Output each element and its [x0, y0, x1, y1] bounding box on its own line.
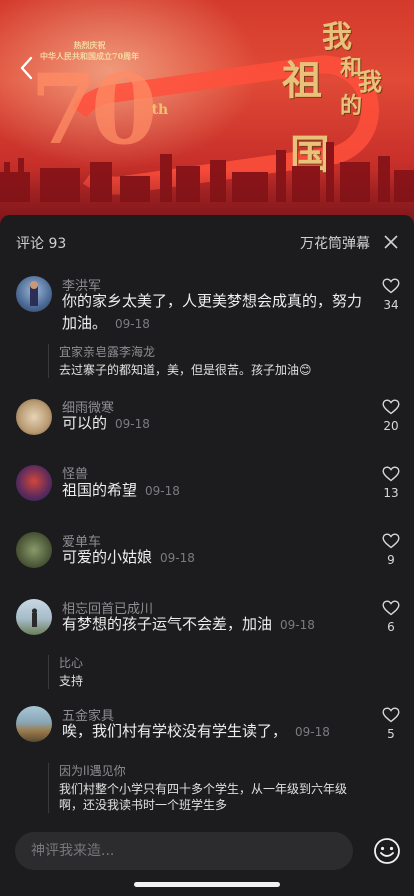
avatar[interactable] [16, 276, 52, 312]
reply-text: 支持 [59, 674, 84, 688]
like-count: 6 [387, 620, 395, 634]
video-banner: 热烈庆祝 中华人民共和国成立70周年 70th 我 和 我 的 祖 国 [0, 0, 414, 230]
heart-icon [382, 707, 400, 723]
chevron-left-icon [20, 56, 33, 80]
banner-caption-line1: 热烈庆祝 [73, 40, 106, 50]
comment-text: 你的家乡太美了，人更美梦想会成真的，努力加油。 09-18 [62, 290, 362, 335]
like-button[interactable]: 13 [380, 466, 402, 500]
calligraphy-char-5: 祖 [282, 57, 322, 104]
panel-header: 评论 93 万花筒弹幕 [0, 215, 414, 267]
comment-body: 可以的 [62, 414, 108, 432]
heart-icon [382, 278, 400, 294]
like-count: 5 [387, 727, 395, 741]
heart-icon [382, 533, 400, 549]
reply-item: 宜家亲皂露李海龙 去过寨子的都知道，美，但是很苦。孩子加油😊 [48, 344, 368, 378]
heart-icon [382, 399, 400, 415]
comment-body: 你的家乡太美了，人更美梦想会成真的，努力加油。 [62, 292, 363, 332]
reply-item: 比心 支持 [48, 655, 368, 689]
avatar-image [31, 608, 38, 627]
like-button[interactable]: 34 [380, 278, 402, 312]
danmu-button[interactable]: 万花筒弹幕 [300, 233, 370, 253]
comment-text: 祖国的希望 09-18 [62, 479, 362, 502]
comment-body: 唉，我们村有学校没有学生读了， [62, 722, 288, 740]
like-button[interactable]: 9 [380, 533, 402, 567]
home-indicator [134, 882, 280, 887]
calligraphy-char-4: 的 [340, 93, 363, 119]
comment-text: 有梦想的孩子运气不会差，加油 09-18 [62, 613, 362, 636]
close-icon [384, 235, 398, 249]
comment-count: 评论 93 [16, 236, 67, 252]
reply-author[interactable]: 宜家亲皂露李海龙 [59, 344, 368, 360]
avatar-image [30, 281, 38, 306]
anniversary-suffix: th [151, 102, 169, 118]
like-count: 20 [383, 419, 399, 433]
avatar[interactable] [16, 599, 52, 635]
like-button[interactable]: 6 [380, 600, 402, 634]
comment-date: 09-18 [115, 317, 150, 331]
comment-text: 唉，我们村有学校没有学生读了， 09-18 [62, 720, 362, 743]
avatar[interactable] [16, 532, 52, 568]
like-count: 13 [383, 486, 399, 500]
like-button[interactable]: 20 [380, 399, 402, 433]
close-button[interactable] [384, 234, 398, 249]
comment-date: 09-18 [280, 618, 315, 632]
comment-date: 09-18 [295, 725, 330, 739]
comment-body: 有梦想的孩子运气不会差，加油 [62, 615, 273, 633]
reply-item: 因为ll遇见你 我们村整个小学只有四十多个学生，从一年级到六年级啊，还没我读书时… [48, 763, 358, 813]
reply-author[interactable]: 因为ll遇见你 [59, 763, 358, 779]
back-button[interactable] [16, 54, 40, 82]
comment-date: 09-18 [145, 484, 180, 498]
avatar[interactable] [16, 399, 52, 435]
heart-icon [382, 600, 400, 616]
like-count: 9 [387, 553, 395, 567]
avatar[interactable] [16, 706, 52, 742]
reply-text: 去过寨子的都知道，美，但是很苦。孩子加油😊 [59, 363, 312, 377]
comment-body: 祖国的希望 [62, 481, 138, 499]
like-button[interactable]: 5 [380, 707, 402, 741]
comment-input[interactable]: 神评我来造... [15, 832, 353, 870]
like-count: 34 [383, 298, 399, 312]
comment-date: 09-18 [115, 417, 150, 431]
reply-text: 我们村整个小学只有四十多个学生，从一年级到六年级啊，还没我读书时一个班学生多 [59, 782, 348, 812]
heart-icon [382, 466, 400, 482]
reply-author[interactable]: 比心 [59, 655, 368, 671]
emoji-button[interactable] [373, 837, 401, 865]
emoji-icon [374, 838, 400, 864]
comment-date: 09-18 [160, 551, 195, 565]
comment-body: 可爱的小姑娘 [62, 548, 153, 566]
comment-text: 可以的 09-18 [62, 412, 362, 435]
avatar[interactable] [16, 465, 52, 501]
comment-text: 可爱的小姑娘 09-18 [62, 546, 362, 569]
